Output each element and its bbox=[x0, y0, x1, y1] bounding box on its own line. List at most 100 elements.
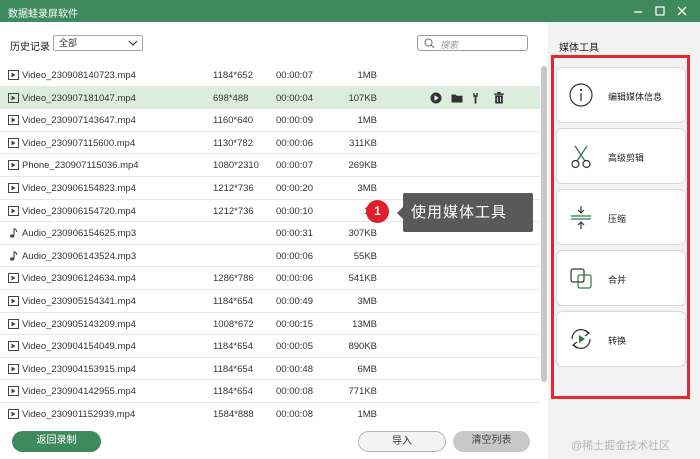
file-duration: 00:00:06 bbox=[276, 137, 313, 149]
row-actions bbox=[430, 91, 514, 106]
file-duration: 00:00:08 bbox=[276, 386, 313, 398]
minimize-icon[interactable] bbox=[630, 3, 646, 19]
file-name: Video_230906124634.mp4 bbox=[22, 273, 136, 285]
tool-label: 转换 bbox=[608, 336, 627, 346]
file-duration: 00:00:06 bbox=[276, 273, 313, 285]
tool-convert[interactable]: 转换 bbox=[556, 311, 686, 367]
info-icon bbox=[568, 81, 594, 109]
file-row[interactable]: Video_230901152939.mp4 1584*888 00:00:08 1M… bbox=[0, 403, 540, 422]
video-file-icon bbox=[8, 408, 19, 419]
file-row[interactable]: Video_230905143209.mp4 1008*672 00:00:15 13… bbox=[0, 313, 540, 336]
tool-label: 高级剪辑 bbox=[608, 153, 645, 163]
file-row[interactable]: Video_230907181047.mp4 698*488 00:00:04 107… bbox=[0, 86, 540, 110]
file-name: Video_230907115600.mp4 bbox=[22, 137, 136, 149]
filter-bar: 历史记录 全部 搜索 bbox=[0, 22, 548, 64]
media-tools-title: 媒体工具 bbox=[559, 43, 599, 54]
search-input[interactable]: 搜索 bbox=[417, 35, 528, 51]
file-row[interactable]: Video_230905154341.mp4 1184*654 00:00:49 3M… bbox=[0, 290, 540, 313]
video-file-icon bbox=[8, 273, 19, 284]
merge-icon bbox=[568, 264, 594, 292]
file-name: Video_230907181047.mp4 bbox=[22, 92, 136, 104]
window-title: 数据蛙录屏软件 bbox=[8, 9, 78, 20]
file-name: Video_230908140723.mp4 bbox=[22, 70, 136, 81]
file-row[interactable]: Video_230907143647.mp4 1160*640 00:00:09 1M… bbox=[0, 109, 540, 132]
file-duration: 00:00:10 bbox=[276, 205, 313, 217]
play-icon[interactable] bbox=[430, 92, 442, 104]
step-badge: 1 bbox=[366, 200, 389, 223]
search-placeholder: 搜索 bbox=[440, 40, 459, 50]
file-row[interactable]: Video_230906124634.mp4 1286*786 00:00:06 54… bbox=[0, 267, 540, 290]
file-name: Phone_230907115036.mp4 bbox=[22, 160, 139, 172]
file-row[interactable]: Video_230904153915.mp4 1184*654 00:00:48 6M… bbox=[0, 358, 540, 381]
file-size: 771KB bbox=[348, 386, 377, 398]
video-file-icon bbox=[8, 137, 19, 148]
file-resolution: 1008*672 bbox=[213, 318, 254, 330]
import-button[interactable]: 导入 bbox=[358, 431, 446, 452]
video-file-icon bbox=[8, 70, 19, 80]
file-size: 3MB bbox=[357, 295, 377, 307]
maximize-icon[interactable] bbox=[652, 3, 668, 19]
file-row[interactable]: Audio_230906143524.mp3 00:00:06 55KB bbox=[0, 245, 540, 268]
file-size: 107KB bbox=[348, 92, 377, 104]
file-name: Audio_230906143524.mp3 bbox=[22, 250, 137, 262]
file-resolution: 1184*654 bbox=[213, 295, 253, 307]
video-file-icon bbox=[8, 92, 19, 103]
file-duration: 00:00:07 bbox=[276, 70, 313, 81]
file-name: Video_230905154341.mp4 bbox=[22, 295, 136, 307]
file-duration: 00:00:08 bbox=[276, 408, 313, 420]
video-file-icon bbox=[8, 115, 19, 126]
file-row[interactable]: Video_230907115600.mp4 1130*782 00:00:06 31… bbox=[0, 132, 540, 155]
media-tools-panel: 媒体工具 编辑媒体信息 高级剪辑 压缩 合并 转换 bbox=[548, 22, 700, 459]
file-resolution: 1160*640 bbox=[213, 115, 253, 127]
file-list: Video_230908140723.mp4 1184*652 00:00:07 1M… bbox=[0, 64, 540, 422]
close-icon[interactable] bbox=[674, 3, 690, 19]
search-icon bbox=[424, 38, 435, 49]
file-size: 1MB bbox=[357, 115, 377, 127]
folder-icon[interactable] bbox=[451, 92, 463, 104]
file-resolution: 1080*2310 bbox=[213, 160, 259, 172]
file-size: 13MB bbox=[352, 318, 377, 330]
tool-compress[interactable]: 压缩 bbox=[556, 189, 686, 245]
file-size: 1MB bbox=[357, 70, 377, 81]
file-duration: 00:00:20 bbox=[276, 182, 313, 194]
file-name: Audio_230906154625.mp3 bbox=[22, 228, 137, 240]
file-duration: 00:00:15 bbox=[276, 318, 313, 330]
video-file-icon bbox=[8, 341, 19, 352]
history-label: 历史记录 bbox=[10, 42, 50, 53]
video-file-icon bbox=[8, 182, 19, 193]
file-duration: 00:00:31 bbox=[276, 228, 313, 240]
file-name: Video_230906154823.mp4 bbox=[22, 182, 136, 194]
tooltip-callout: 使用媒体工具 bbox=[397, 193, 533, 232]
clear-list-button[interactable]: 清空列表 bbox=[453, 431, 530, 452]
file-duration: 00:00:49 bbox=[276, 295, 313, 307]
back-to-record-button[interactable]: 返回录制 bbox=[12, 431, 101, 452]
file-duration: 00:00:06 bbox=[276, 250, 313, 262]
trash-icon[interactable] bbox=[493, 91, 505, 104]
history-filter-select[interactable]: 全部 bbox=[53, 35, 143, 51]
wrench-icon[interactable] bbox=[472, 92, 484, 104]
file-duration: 00:00:05 bbox=[276, 341, 313, 353]
list-scrollbar[interactable] bbox=[541, 66, 547, 382]
file-name: Video_230907143647.mp4 bbox=[22, 115, 136, 127]
audio-file-icon bbox=[8, 228, 19, 238]
tooltip-arrow bbox=[397, 207, 403, 219]
convert-icon bbox=[568, 325, 594, 353]
file-row[interactable]: Video_230908140723.mp4 1184*652 00:00:07 1M… bbox=[0, 64, 540, 87]
tool-edit-media-info[interactable]: 编辑媒体信息 bbox=[556, 67, 686, 123]
video-file-icon bbox=[8, 205, 19, 216]
tool-merge[interactable]: 合并 bbox=[556, 250, 686, 306]
file-row[interactable]: Phone_230907115036.mp4 1080*2310 00:00:07 2… bbox=[0, 154, 540, 177]
tool-label: 编辑媒体信息 bbox=[608, 92, 663, 102]
file-resolution: 1184*654 bbox=[213, 363, 253, 375]
file-name: Video_230904154049.mp4 bbox=[22, 341, 136, 353]
file-row[interactable]: Video_230904142955.mp4 1184*654 00:00:08 77… bbox=[0, 380, 540, 403]
history-filter-value: 全部 bbox=[59, 38, 78, 48]
file-name: Video_230901152939.mp4 bbox=[22, 408, 136, 420]
compress-icon bbox=[568, 203, 594, 231]
file-resolution: 698*488 bbox=[213, 92, 249, 104]
file-size: 55KB bbox=[353, 250, 377, 262]
audio-file-icon bbox=[8, 250, 19, 261]
file-row[interactable]: Video_230904154049.mp4 1184*654 00:00:05 89… bbox=[0, 335, 540, 358]
tool-advanced-cut[interactable]: 高级剪辑 bbox=[556, 128, 686, 184]
tool-label: 合并 bbox=[608, 275, 627, 285]
